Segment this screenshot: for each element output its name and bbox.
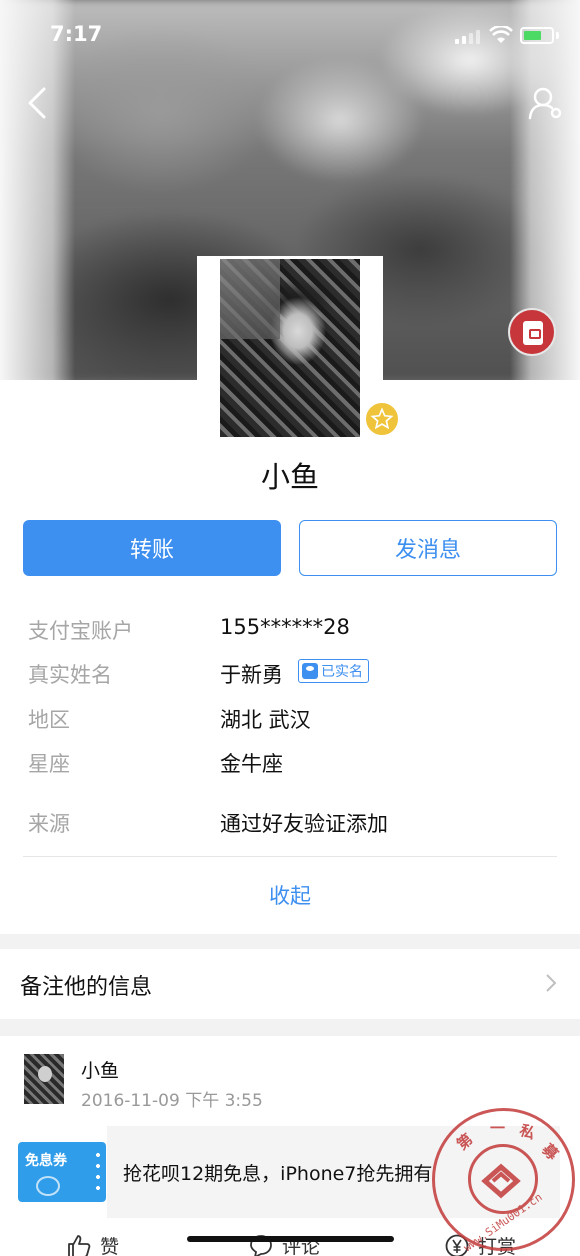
info-label-source: 来源 [28,812,70,836]
watermark-char: 募 [538,1140,562,1164]
info-label-region: 地区 [28,708,70,732]
status-time: 7:17 [50,22,103,46]
avatar-photo [220,259,360,437]
like-label: 赞 [100,1236,120,1256]
coupon-icon: 免息券 [18,1142,106,1202]
info-value-real-name: 于新勇 [220,663,283,687]
red-packet-icon [523,321,543,345]
like-button[interactable]: 赞 [66,1232,119,1256]
avatar[interactable] [197,256,383,440]
divider [23,856,557,857]
wifi-icon [489,26,513,43]
star-badge-icon [363,400,401,438]
info-value-account: 155******28 [220,615,350,639]
watermark-char: 一 [490,1119,506,1137]
verified-label: 已实名 [321,664,363,680]
chevron-right-icon [546,974,557,992]
thumbs-up-icon [68,1234,91,1256]
red-packet-button[interactable] [508,308,556,356]
remark-row[interactable]: 备注他的信息 [0,949,580,1019]
info-value-region: 湖北 武汉 [220,708,311,732]
profile-name: 小鱼 [260,460,319,494]
remark-label: 备注他的信息 [20,975,153,1000]
back-icon[interactable] [24,86,54,120]
feed-avatar[interactable] [24,1054,64,1104]
promo-text: 抢花呗12期免息，iPhone7抢先拥有 [123,1163,433,1185]
info-value-zodiac: 金牛座 [220,752,283,776]
signal-icon [455,30,480,44]
coupon-label: 免息券 [25,1153,67,1169]
info-value-source: 通过好友验证添加 [220,812,388,836]
send-message-button[interactable]: 发消息 [299,520,557,576]
info-label-zodiac: 星座 [28,752,70,776]
home-indicator[interactable] [187,1236,394,1242]
verified-badge: 已实名 [298,659,369,683]
verified-icon [302,663,318,679]
info-label-real-name: 真实姓名 [28,663,112,687]
feed-author-name[interactable]: 小鱼 [81,1056,119,1083]
feed-timestamp: 2016-11-09 下午 3:55 [81,1091,263,1111]
transfer-button[interactable]: 转账 [23,520,281,576]
info-label-account: 支付宝账户 [28,619,133,643]
watermark-stamp: 第 一 私 募 www.SiMu001.cn [432,1108,575,1254]
watermark-char: 私 [517,1120,538,1143]
collapse-link[interactable]: 收起 [0,880,580,910]
profile-settings-icon[interactable] [528,86,564,120]
battery-icon [520,27,554,44]
